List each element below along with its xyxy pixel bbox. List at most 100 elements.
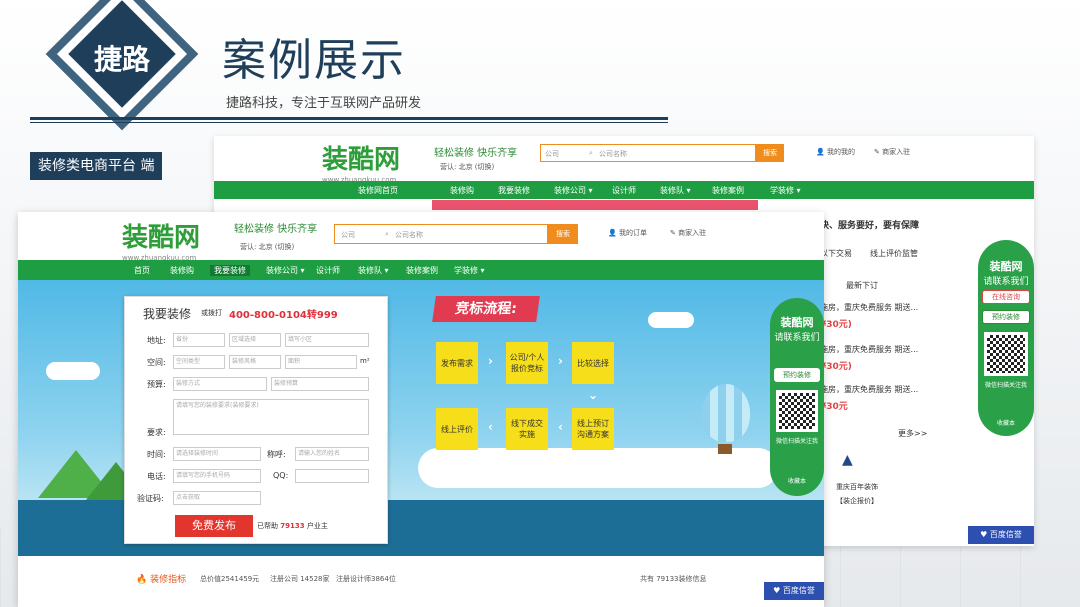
order-item[interactable]: 施房，重庆免费服务 期送... — [820, 344, 918, 355]
nav-designers[interactable]: 设计师 — [316, 265, 340, 276]
space-type-select[interactable]: 空间类型 — [173, 355, 225, 369]
my-orders-link[interactable]: 👤 我的订单 — [608, 228, 647, 238]
helped-count: 已帮助 79133 户业主 — [257, 522, 328, 530]
process-step: 线下成交实施 — [506, 408, 548, 450]
search-placeholder: 公司名称 — [395, 231, 423, 239]
front-screenshot: 装酷网 www.zhuangkuu.com 轻松装修 快乐齐享 营认: 北京 (切… — [18, 212, 824, 607]
process-step: 线上评价 — [436, 408, 478, 450]
hotline-label: 或拨打 — [201, 309, 222, 317]
book-decoration-button[interactable]: 预约装修 — [774, 368, 820, 382]
qr-caption: 微信扫描关注我 — [775, 438, 818, 445]
search-type[interactable]: 公司 — [341, 230, 355, 240]
brand-name: 重庆百年装饰 — [836, 483, 878, 491]
merchant-apply-link[interactable]: ✎ 商家入驻 — [874, 147, 910, 157]
nav-decorate[interactable]: 我要装修 — [498, 185, 530, 196]
area-input[interactable]: 面积 — [285, 355, 357, 369]
nav-learn[interactable]: 学装修 ▾ — [454, 265, 485, 276]
hotline-number: 400-800-0104转999 — [229, 310, 338, 321]
merchant-apply-link[interactable]: ✎ 商家入驻 — [670, 228, 706, 238]
search-icon: ⌕ — [589, 149, 593, 157]
process-step: 线上预订沟通方案 — [572, 408, 614, 450]
balloon-decoration — [702, 384, 750, 442]
mode-select[interactable]: 装修方式 — [173, 377, 267, 391]
side-tab-1[interactable]: 以下交易 — [820, 248, 852, 259]
book-decoration-button[interactable]: 预约装修 — [982, 310, 1030, 324]
nav-shop[interactable]: 装修购 — [170, 265, 194, 276]
search-type[interactable]: 公司 — [545, 149, 559, 159]
captcha-input[interactable]: 点击获取 — [173, 491, 261, 505]
address-label: 地址: — [147, 336, 166, 345]
arrow-down-icon: ⌄ — [588, 388, 599, 402]
nav-cases[interactable]: 装修案例 — [406, 265, 438, 276]
nav-home[interactable]: 装修网首页 — [358, 185, 398, 196]
slide-subtitle: 捷路科技，专注于互联网产品研发 — [226, 96, 422, 111]
nav-decorate[interactable]: 我要装修 — [210, 265, 250, 276]
arrow-right-icon: › — [558, 354, 563, 368]
nav-home[interactable]: 首页 — [134, 265, 150, 276]
nav-teams[interactable]: 装修队 ▾ — [358, 265, 389, 276]
baidu-trust-badge[interactable]: ♥ 百度信誉 — [968, 526, 1034, 544]
nav-companies[interactable]: 装修公司 ▾ — [554, 185, 593, 196]
nav-companies[interactable]: 装修公司 ▾ — [266, 265, 305, 276]
site-logo[interactable]: 装酷网 www.zhuangkuu.com — [122, 217, 200, 262]
captcha-label: 验证码: — [137, 494, 164, 503]
online-consult-button[interactable]: 在线咨询 — [982, 290, 1030, 304]
stat-total-value: 总价值2541459元 — [200, 575, 260, 583]
budget-label: 预算: — [147, 380, 166, 389]
my-orders-link[interactable]: 👤 我的我的 — [816, 147, 855, 157]
phone-input[interactable]: 请填写您的手机号码 — [173, 469, 261, 483]
brand-quote-link[interactable]: 【装企报价】 — [836, 496, 878, 506]
search-icon: ⌕ — [385, 230, 389, 238]
search-input[interactable]: 公司 ⌕ 公司名称 — [334, 224, 548, 244]
name-label: 称呼: — [267, 450, 286, 459]
baidu-trust-badge[interactable]: ♥ 百度信誉 — [764, 582, 824, 600]
nav-learn[interactable]: 学装修 ▾ — [770, 185, 801, 196]
time-select[interactable]: 请选择装修时间 — [173, 447, 261, 461]
arrow-left-icon: ‹ — [558, 420, 563, 434]
order-item[interactable]: 施房，重庆免费服务 期送... — [820, 302, 918, 313]
slide-logo-text: 捷路 — [93, 43, 150, 76]
stats-label: 🔥 装修指标 — [136, 575, 187, 585]
province-select[interactable]: 省份 — [173, 333, 225, 347]
stat-companies: 注册公司 14528家 — [270, 575, 330, 583]
brand-logo-icon: ▲ — [842, 452, 853, 468]
city-selector[interactable]: 营认: 北京 (切换) — [240, 242, 294, 252]
budget-select[interactable]: 装修预算 — [271, 377, 369, 391]
favorite-button[interactable]: 收藏本 — [772, 476, 822, 485]
side-tab-2[interactable]: 线上评价监管 — [870, 248, 918, 259]
city-selector[interactable]: 营认: 北京 (切换) — [440, 162, 494, 172]
side-headline: 快、服务要好，要有保障 — [820, 221, 920, 231]
latest-orders-panel: 快、服务要好，要有保障 以下交易 线上评价监管 最新下订 施房，重庆免费服务 期… — [820, 210, 930, 510]
favorite-button[interactable]: 收藏本 — [980, 418, 1032, 427]
main-nav: 首页 装修购 我要装修 装修公司 ▾ 设计师 装修队 ▾ 装修案例 学装修 ▾ — [18, 260, 824, 280]
free-publish-button[interactable]: 免费发布 — [175, 515, 253, 537]
contact-sidebar: 装酷网 请联系我们 预约装修 微信扫描关注我 收藏本 — [770, 298, 824, 496]
contact-slogan: 请联系我们 — [983, 277, 1029, 287]
process-step: 发布需求 — [436, 342, 478, 384]
site-logo[interactable]: 装酷网 www.zhuangkuu.com — [322, 139, 400, 184]
requirements-textarea[interactable]: 请填写您的装修要求(装修要求) — [173, 399, 369, 435]
arrow-right-icon: › — [488, 354, 493, 368]
search-button[interactable]: 搜索 — [756, 144, 784, 162]
style-select[interactable]: 装修风格 — [229, 355, 281, 369]
heart-icon: ♥ — [773, 586, 783, 595]
qq-input[interactable] — [295, 469, 369, 483]
search-button[interactable]: 搜索 — [548, 224, 578, 244]
community-input[interactable]: 填写小区 — [285, 333, 369, 347]
district-select[interactable]: 区域选择 — [229, 333, 281, 347]
nav-cases[interactable]: 装修案例 — [712, 185, 744, 196]
nav-designers[interactable]: 设计师 — [612, 185, 636, 196]
user-icon: 👤 — [608, 229, 619, 237]
nav-teams[interactable]: 装修队 ▾ — [660, 185, 691, 196]
main-nav: 装修网首页 装修购 我要装修 装修公司 ▾ 设计师 装修队 ▾ 装修案例 学装修… — [214, 181, 1034, 199]
more-link[interactable]: 更多>> — [898, 428, 927, 439]
edit-icon: ✎ — [874, 148, 883, 156]
nav-shop[interactable]: 装修购 — [450, 185, 474, 196]
area-unit: m² — [360, 357, 370, 365]
time-label: 时间: — [147, 450, 166, 459]
stat-total-info: 共有 79133装修信息 — [640, 575, 707, 583]
search-input[interactable]: 公司 ⌕ 公司名称 — [540, 144, 756, 162]
name-input[interactable]: 请输入您的姓名 — [295, 447, 369, 461]
space-label: 空间: — [147, 358, 166, 367]
order-item[interactable]: 施房，重庆免费服务 期送... — [820, 384, 918, 395]
